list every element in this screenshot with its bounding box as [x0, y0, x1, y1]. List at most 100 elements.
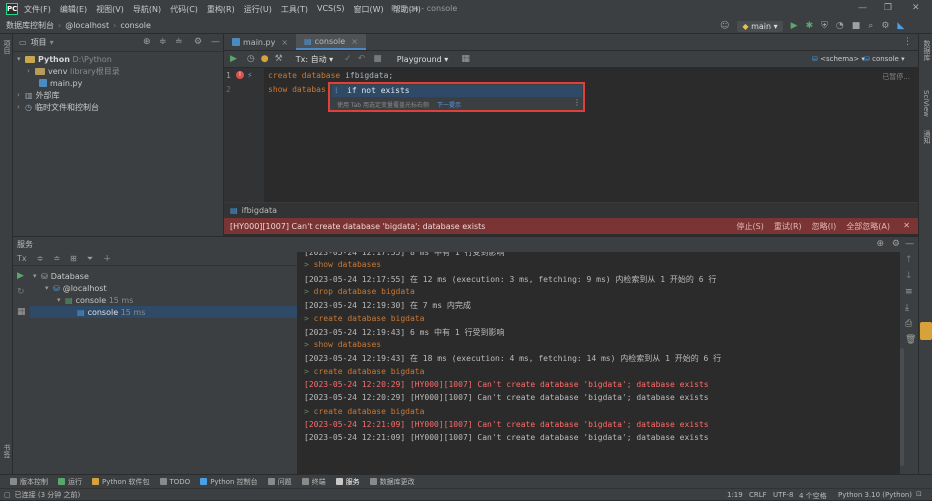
menu-refactor[interactable]: 重构(R) — [207, 4, 235, 15]
file-encoding[interactable]: UTF-8 — [773, 491, 793, 499]
tree-item-scratches[interactable]: › ◷ 临时文件和控制台 — [13, 101, 223, 113]
table-icon[interactable]: ▦ — [461, 54, 470, 64]
collapse-all-icon[interactable]: ≐ — [53, 254, 60, 263]
run-gutter-icon[interactable]: ⚡ — [247, 71, 253, 80]
tool-vcs[interactable]: 版本控制 — [10, 477, 48, 487]
expand-all-icon[interactable]: ≑ — [159, 38, 167, 47]
expand-all-icon[interactable]: ≑ — [37, 254, 44, 263]
menu-vcs[interactable]: VCS(S) — [317, 4, 344, 15]
chevron-down-icon[interactable]: ▾ — [57, 296, 65, 304]
arrow-down-icon[interactable]: ↓ — [905, 272, 913, 281]
tx-mode-select[interactable]: Tx: 自动 ▾ — [291, 53, 338, 66]
bookmarks-tool-tab[interactable]: 书签 — [2, 444, 12, 458]
gear-icon[interactable]: ⚙ — [194, 38, 202, 47]
jetbrains-icon[interactable]: ◣ — [897, 21, 904, 31]
chevron-down-icon[interactable]: ▾ — [17, 55, 25, 63]
hide-icon[interactable]: — — [211, 38, 220, 47]
profile-icon[interactable]: ◔ — [836, 21, 844, 31]
notifications-tool-tab[interactable]: 通知 — [922, 130, 932, 144]
run-icon[interactable]: ▶ — [791, 21, 798, 31]
schema-select[interactable]: ⛁ <schema> ▾ — [812, 55, 865, 63]
service-database[interactable]: ▾ ⛁ Database — [13, 270, 297, 282]
chevron-right-icon[interactable]: › — [17, 91, 25, 99]
hide-icon[interactable]: — — [905, 240, 914, 249]
breadcrumb-localhost[interactable]: @localhost — [65, 21, 109, 30]
retry-action[interactable]: 重试(R) — [774, 221, 802, 232]
close-tab-icon[interactable]: × — [351, 37, 358, 46]
stop-action[interactable]: 停止(S) — [737, 221, 764, 232]
add-icon[interactable]: ＋ — [103, 254, 111, 263]
interpreter[interactable]: Python 3.10 (Python) — [838, 491, 912, 499]
project-panel-title[interactable]: 项目 — [31, 37, 47, 48]
run-icon[interactable]: ▶ — [17, 272, 24, 281]
error-icon[interactable]: ! — [236, 71, 244, 79]
line-separator[interactable]: CRLF — [749, 491, 767, 499]
chevron-down-icon[interactable]: ▾ — [45, 284, 53, 292]
tool-python-console[interactable]: Python 控制台 — [200, 477, 258, 487]
menu-file[interactable]: 文件(F) — [24, 4, 51, 15]
database-tool-tab[interactable]: 数据库 — [922, 40, 932, 61]
print-icon[interactable]: ⎙ — [905, 320, 912, 329]
tree-item-main-py[interactable]: main.py — [13, 77, 223, 89]
chevron-down-icon[interactable]: ▾ — [33, 272, 41, 280]
tool-services[interactable]: 服务 — [335, 477, 360, 487]
collapse-all-icon[interactable]: ≐ — [175, 38, 183, 47]
execute-icon[interactable]: ▶ — [230, 54, 237, 64]
more-options-icon[interactable]: ⋮ — [573, 98, 581, 107]
user-icon[interactable]: ☺ — [720, 21, 729, 31]
debug-icon[interactable]: ✱ — [806, 21, 814, 31]
menu-tools[interactable]: 工具(T) — [281, 4, 308, 15]
close-icon[interactable]: ✕ — [903, 221, 910, 230]
breadcrumb-console[interactable]: console — [120, 21, 151, 30]
tool-python-packages[interactable]: Python 软件包 — [92, 477, 150, 487]
menu-run[interactable]: 运行(U) — [244, 4, 272, 15]
pause-icon[interactable]: ● — [261, 54, 269, 64]
commit-icon[interactable]: ✓ — [344, 54, 352, 64]
trash-icon[interactable]: 🗑 — [905, 336, 916, 345]
menu-code[interactable]: 代码(C) — [170, 4, 198, 15]
tool-problems[interactable]: 问题 — [267, 477, 292, 487]
breadcrumb-db-console[interactable]: 数据库控制台 — [6, 20, 54, 31]
lock-icon[interactable]: ⊡ — [916, 490, 922, 498]
ignore-action[interactable]: 忽略(I) — [812, 221, 837, 232]
arrow-up-icon[interactable]: ↑ — [905, 256, 913, 265]
project-tool-tab[interactable]: 项目 — [2, 40, 12, 54]
close-icon[interactable]: ✕ — [912, 3, 920, 13]
menu-navigate[interactable]: 导航(N) — [133, 4, 161, 15]
connection-status[interactable]: 已连接 (3 分钟 之前) — [15, 490, 81, 500]
tool-terminal[interactable]: 终端 — [301, 477, 326, 487]
tree-item-python[interactable]: ▾ Python D:\Python — [13, 53, 223, 65]
locate-icon[interactable]: ⊕ — [143, 38, 151, 47]
gear-icon[interactable]: ⚙ — [892, 240, 900, 249]
tool-todo[interactable]: TODO — [159, 478, 190, 486]
tree-item-external-libs[interactable]: › ▥ 外部库 — [13, 89, 223, 101]
close-tab-icon[interactable]: × — [281, 38, 288, 47]
add-service-icon[interactable]: ⊕ — [876, 240, 884, 249]
refresh-icon[interactable]: ↻ — [17, 288, 25, 297]
chevron-right-icon[interactable]: › — [27, 67, 35, 75]
tab-main-py[interactable]: main.py × — [224, 34, 296, 50]
chevron-down-icon[interactable]: ▾ — [50, 38, 54, 47]
history-icon[interactable]: ◷ — [247, 54, 255, 64]
tree-item-venv[interactable]: › venv library根目录 — [13, 65, 223, 77]
stop-icon[interactable]: ■ — [852, 21, 861, 31]
run-config-select[interactable]: ◆ main ▾ — [737, 20, 783, 32]
service-console-selected[interactable]: ▤ console 15 ms — [30, 306, 297, 318]
caret-position[interactable]: 1:19 — [727, 491, 743, 499]
console-select[interactable]: ⛁ console ▾ — [864, 55, 905, 63]
breadcrumb-statement[interactable]: ifbigdata — [242, 206, 277, 215]
settings-icon[interactable]: ⚙ — [881, 21, 889, 31]
rollback-icon[interactable]: ↶ — [358, 54, 366, 64]
next-tip-link[interactable]: 下一提示 — [437, 100, 461, 109]
filter-icon[interactable]: ⏷ — [87, 254, 93, 263]
soft-wrap-icon[interactable]: ≡ — [905, 288, 913, 297]
scroll-to-end-icon[interactable]: ⤓ — [905, 304, 909, 313]
console-scrollbar[interactable] — [900, 348, 904, 466]
ai-assistant-icon[interactable] — [920, 322, 932, 340]
group-icon[interactable]: ⊞ — [70, 254, 77, 263]
service-console-parent[interactable]: ▾ ▤ console 15 ms — [13, 294, 297, 306]
menu-edit[interactable]: 编辑(E) — [60, 4, 87, 15]
more-tabs-icon[interactable]: ⋮ — [903, 38, 912, 47]
menu-window[interactable]: 窗口(W) — [353, 4, 383, 15]
tool-db-changes[interactable]: 数据库更改 — [369, 477, 415, 487]
